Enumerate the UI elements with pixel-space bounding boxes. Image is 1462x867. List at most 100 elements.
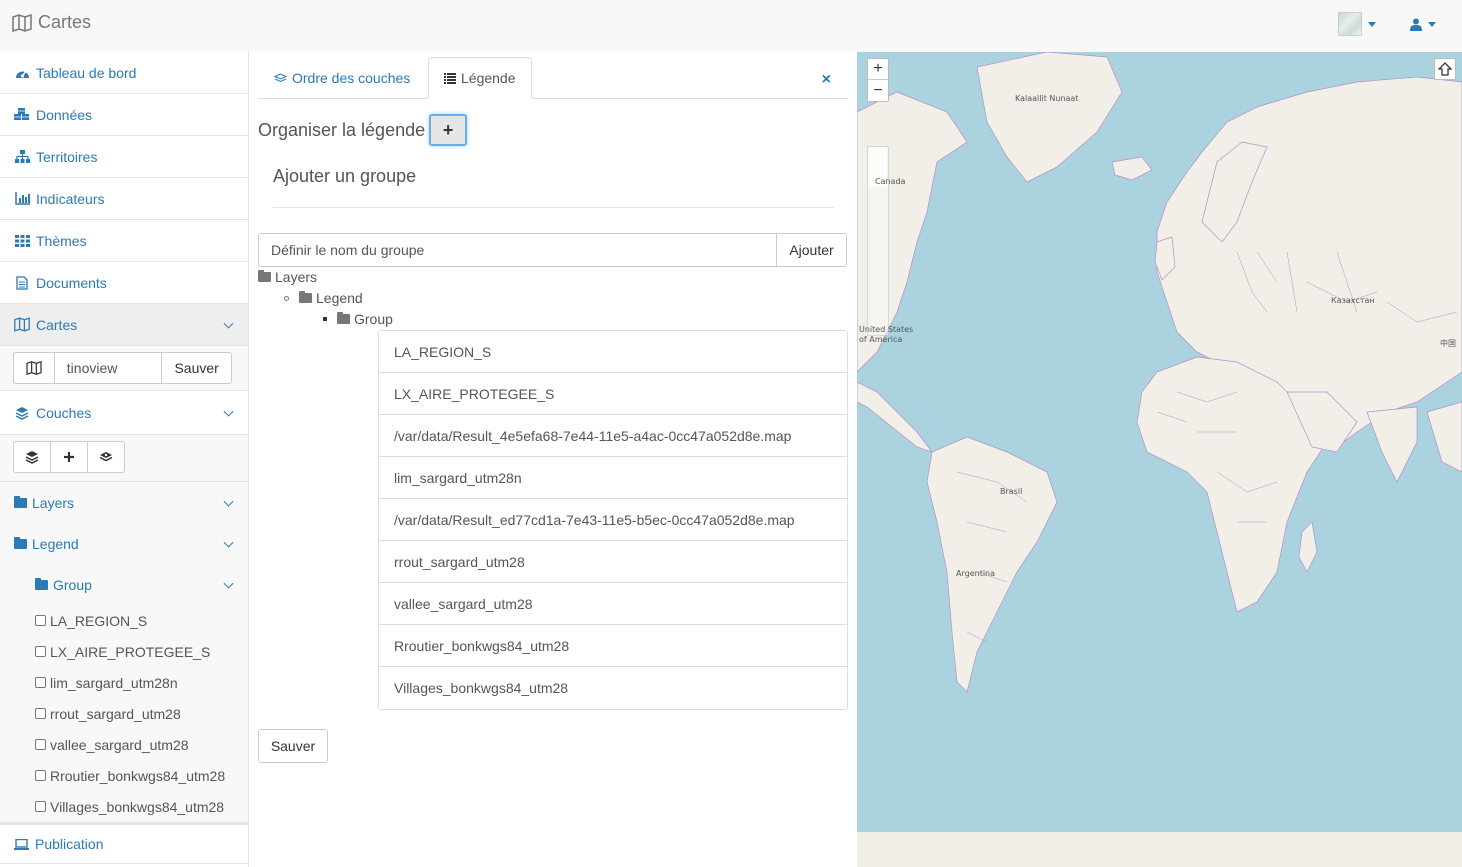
list-item[interactable]: /var/data/Result_ed77cd1a-7e43-11e5-b5ec… <box>379 499 847 541</box>
tab-label: Légende <box>461 70 516 86</box>
layer-checkbox-item[interactable]: Villages_bonkwgs84_utm28 <box>0 791 248 822</box>
layers-icon <box>14 406 30 420</box>
layer-checkbox-item[interactable]: lim_sargard_utm28n <box>0 667 248 698</box>
map-icon <box>12 13 32 32</box>
tree-folder-group[interactable]: Group <box>0 564 248 605</box>
tree-folder-label: Legend <box>32 535 79 552</box>
tree-node-layers[interactable]: Layers <box>258 269 317 285</box>
save-map-name-button[interactable]: Sauver <box>162 352 232 384</box>
checkbox[interactable] <box>35 770 46 781</box>
list-item[interactable]: lim_sargard_utm28n <box>379 457 847 499</box>
sidebar-item-publication[interactable]: Publication <box>0 822 248 864</box>
brand[interactable]: Cartes <box>12 12 91 33</box>
world-map <box>857 52 1462 867</box>
legend-layer-list: LA_REGION_S LX_AIRE_PROTEGEE_S /var/data… <box>378 330 848 710</box>
folder-icon <box>337 312 350 324</box>
layers-button[interactable] <box>13 441 51 473</box>
tree-node-legend[interactable]: Legend <box>284 290 363 306</box>
map-label: 中国 <box>1440 339 1456 348</box>
grid-icon <box>14 234 30 248</box>
layer-settings-button[interactable] <box>87 441 125 473</box>
add-group-form: Définir le nom du groupe Ajouter <box>258 233 847 267</box>
sidebar-item-themes[interactable]: Thèmes <box>0 220 248 262</box>
plus-icon <box>64 452 74 462</box>
sidebar-item-couches[interactable]: Couches <box>0 391 248 435</box>
zoom-in-button[interactable]: + <box>868 59 888 80</box>
list-item[interactable]: /var/data/Result_4e5efa68-7e44-11e5-a4ac… <box>379 415 847 457</box>
top-navbar: Cartes <box>0 0 1462 52</box>
user-dropdown[interactable] <box>1410 18 1436 31</box>
sidebar-item-label: Tableau de bord <box>36 64 137 81</box>
document-icon <box>14 275 30 290</box>
list-item[interactable]: Villages_bonkwgs84_utm28 <box>379 667 847 709</box>
tab-legende[interactable]: Légende <box>428 57 532 99</box>
sidebar-item-cartes[interactable]: Cartes <box>0 304 248 346</box>
sitemap-icon <box>14 150 30 164</box>
list-item[interactable]: LA_REGION_S <box>379 331 847 373</box>
tree-node-label: Legend <box>316 290 363 306</box>
tree-folder-label: Group <box>53 576 92 593</box>
tab-ordre-des-couches[interactable]: Ordre des couches <box>259 57 425 99</box>
app-title: Cartes <box>38 12 92 32</box>
layer-label: lim_sargard_utm28n <box>50 674 178 691</box>
sidebar-item-label: Indicateurs <box>36 190 105 207</box>
caret-down-icon <box>1368 21 1376 27</box>
layer-label: rrout_sargard_utm28 <box>50 705 181 722</box>
layer-checkbox-item[interactable]: vallee_sargard_utm28 <box>0 729 248 760</box>
list-item[interactable]: LX_AIRE_PROTEGEE_S <box>379 373 847 415</box>
checkbox[interactable] <box>35 615 46 626</box>
layer-checkbox-item[interactable]: rrout_sargard_utm28 <box>0 698 248 729</box>
sidebar-item-donnees[interactable]: Données <box>0 94 248 136</box>
layer-checkbox-item[interactable]: Rroutier_bonkwgs84_utm28 <box>0 760 248 791</box>
laptop-icon <box>14 838 29 850</box>
add-layer-button[interactable] <box>50 441 88 473</box>
sidebar-item-documents[interactable]: Documents <box>0 262 248 304</box>
checkbox[interactable] <box>35 708 46 719</box>
list-item[interactable]: Rroutier_bonkwgs84_utm28 <box>379 625 847 667</box>
sidebar-item-territoires[interactable]: Territoires <box>0 136 248 178</box>
zoom-slider[interactable] <box>867 146 889 336</box>
checkbox[interactable] <box>35 646 46 657</box>
group-name-input[interactable]: Définir le nom du groupe <box>258 233 777 267</box>
layers-order-icon <box>274 72 287 82</box>
folder-icon <box>299 291 312 303</box>
tree-folder-label: Layers <box>32 494 75 511</box>
layer-label: LX_AIRE_PROTEGEE_S <box>50 643 211 660</box>
checkbox[interactable] <box>35 677 46 688</box>
home-icon[interactable] <box>1434 58 1456 80</box>
folder-icon <box>14 495 27 508</box>
save-button[interactable]: Sauver <box>258 729 328 763</box>
add-button[interactable]: + <box>429 114 468 146</box>
layers-icon <box>25 451 39 464</box>
zoom-control: + − <box>867 58 889 102</box>
bullet <box>323 317 327 321</box>
close-icon[interactable]: × <box>822 71 831 89</box>
add-group-title: Ajouter un groupe <box>273 166 417 186</box>
tree-folder-layers[interactable]: Layers <box>0 482 248 523</box>
list-icon <box>444 72 456 84</box>
basemap-dropdown[interactable] <box>1338 12 1376 36</box>
zoom-out-button[interactable]: − <box>868 80 888 101</box>
folder-icon <box>258 270 271 282</box>
map-thumbnail <box>1338 12 1362 36</box>
chevron-down-icon <box>223 318 234 329</box>
map-label: Canada <box>875 177 906 186</box>
sidebar-item-dashboard[interactable]: Tableau de bord <box>0 52 248 94</box>
layer-checkbox-item[interactable]: LX_AIRE_PROTEGEE_S <box>0 636 248 667</box>
chevron-down-icon <box>223 406 234 417</box>
tree-node-group[interactable]: Group <box>323 311 393 327</box>
list-item[interactable]: rrout_sargard_utm28 <box>379 541 847 583</box>
layer-label: LA_REGION_S <box>50 612 148 629</box>
map-view[interactable]: + − Kalaallit Nunaat Canada United State… <box>857 52 1462 867</box>
tree-folder-legend[interactable]: Legend <box>0 523 248 564</box>
organize-legend-header: Organiser la légende + <box>258 114 468 146</box>
checkbox[interactable] <box>35 739 46 750</box>
layer-checkbox-item[interactable]: LA_REGION_S <box>0 605 248 636</box>
add-group-button[interactable]: Ajouter <box>777 233 847 267</box>
tree-node-label: Group <box>354 311 393 327</box>
checkbox[interactable] <box>35 801 46 812</box>
list-item[interactable]: vallee_sargard_utm28 <box>379 583 847 625</box>
folder-icon <box>14 536 27 549</box>
map-name-input[interactable]: tinoview <box>54 352 163 384</box>
sidebar-item-indicateurs[interactable]: Indicateurs <box>0 178 248 220</box>
